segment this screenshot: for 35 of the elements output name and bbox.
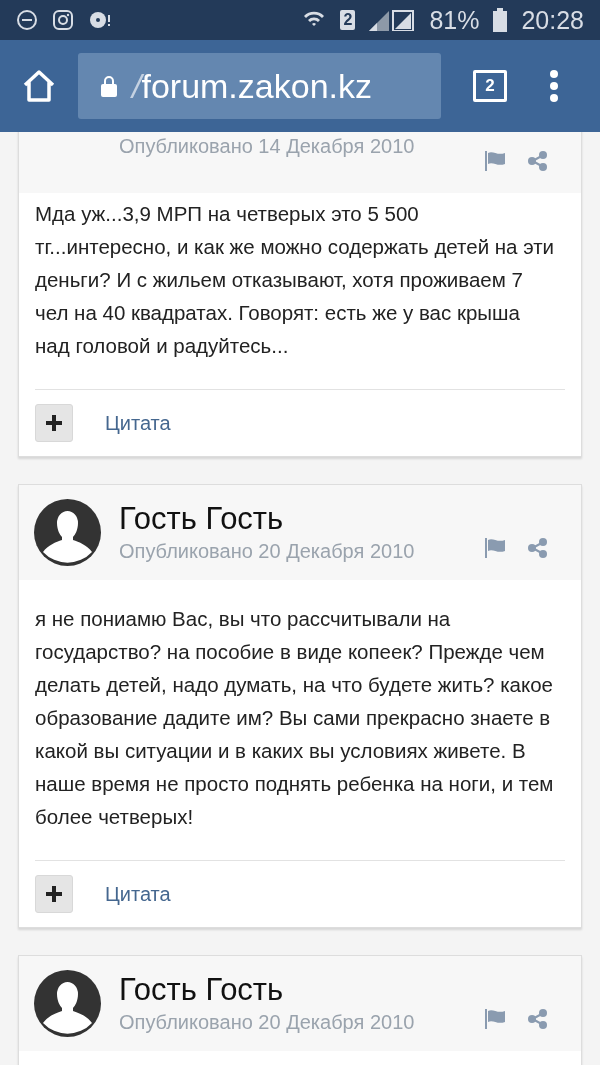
battery-percent: 81%	[429, 5, 480, 35]
flag-icon[interactable]	[484, 1009, 506, 1029]
clock: 20:28	[521, 5, 584, 35]
plus-button[interactable]	[35, 404, 73, 442]
flag-icon[interactable]	[484, 151, 506, 171]
post-date: Опубликовано 20 Декабря 2010	[119, 1009, 416, 1035]
instagram-icon	[52, 9, 74, 31]
more-icon[interactable]	[549, 70, 559, 102]
avatar-icon	[34, 970, 101, 1037]
address-bar[interactable]: /forum.zakon.kz	[78, 53, 441, 119]
tab-count[interactable]: 2	[473, 70, 507, 102]
home-icon[interactable]	[22, 70, 56, 102]
plus-icon	[46, 415, 62, 431]
sim-badge: 2	[340, 10, 356, 30]
author-name[interactable]: Гость Гость	[119, 500, 466, 537]
post-text: Мда уж...3,9 МРП на четверых это 5 500 тг...интересно, и как же можно содержать детей на эти деньги? И с жильем отказывают, хотя проживаем 7 чел на 40 квадратах. Говорят: есть же у вас крыша над головой и радуйтесь...	[35, 197, 565, 390]
do-not-disturb-icon	[16, 9, 38, 31]
post-text: я не пониамю Вас, вы что рассчитывали на государство? на пособие в виде копеек? Прежде чем делать детей, надо думать, на что будете жить? какое образование дадите им? Вы сами прекрасно знаете в какой вы ситуации и в каких вы условиях живете. В наше время не просто поднять ребенка на ноги, и тем более четверых!	[35, 602, 565, 861]
post-date: Опубликовано 14 Декабря 2010	[119, 133, 416, 159]
flag-icon[interactable]	[484, 538, 506, 558]
plus-icon	[46, 886, 62, 902]
plus-button[interactable]	[35, 875, 73, 913]
avatar-icon	[34, 499, 101, 566]
lock-icon	[100, 75, 118, 97]
share-icon[interactable]	[528, 538, 548, 558]
author-name[interactable]: Гость Гость	[119, 971, 466, 1008]
share-icon[interactable]	[528, 1009, 548, 1029]
post-date: Опубликовано 20 Декабря 2010	[119, 538, 416, 564]
quote-link[interactable]: Цитата	[105, 406, 171, 440]
battery-icon	[493, 8, 508, 32]
quote-link[interactable]: Цитата	[105, 877, 171, 911]
share-icon[interactable]	[528, 151, 548, 171]
disc-icon	[88, 9, 112, 31]
signal-icon	[369, 9, 416, 31]
url-text: /forum.zakon.kz	[132, 66, 372, 106]
